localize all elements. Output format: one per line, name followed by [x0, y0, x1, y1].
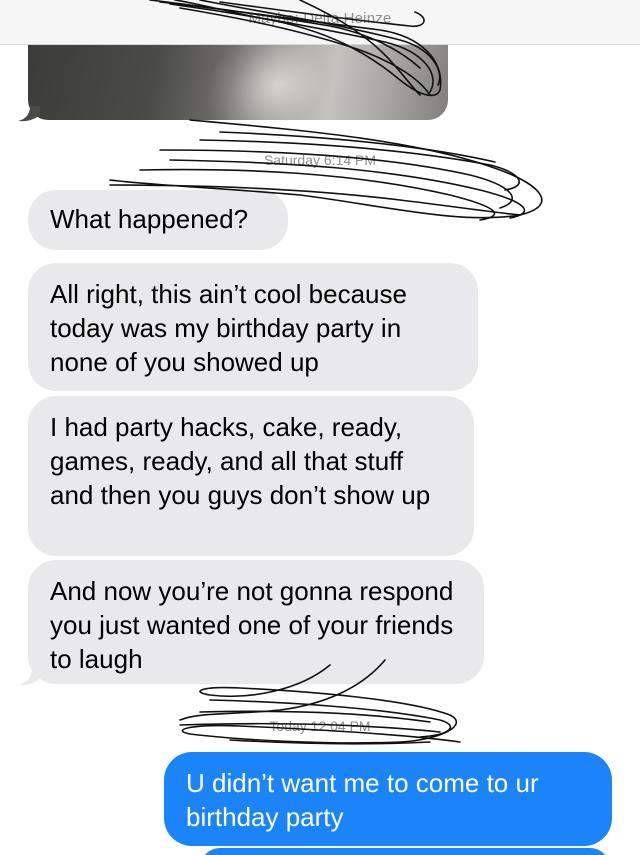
received-message-bubble[interactable]: All right, this ain’t cool because today… — [28, 263, 478, 391]
conversation-header: Maybe: Delta Heinze — [0, 0, 640, 45]
photo-bubble-tail — [18, 106, 40, 122]
received-bubble-tail — [18, 668, 40, 686]
message-thread: Maybe: Delta Heinze Saturday 6:14 PM Wha… — [0, 0, 640, 855]
sender-label: Maybe: Delta Heinze — [248, 10, 392, 27]
photo-highlight — [184, 45, 372, 120]
received-message-bubble[interactable]: And now you’re not gonna respond you jus… — [28, 560, 484, 684]
received-message-bubble[interactable]: What happened? — [28, 190, 288, 250]
timestamp: Saturday 6:14 PM — [263, 152, 377, 168]
sent-message-bubble[interactable] — [200, 848, 610, 855]
photo-attachment[interactable] — [28, 45, 448, 120]
sent-message-bubble[interactable]: U didn’t want me to come to ur birthday … — [164, 752, 612, 846]
timestamp: Today 12:04 PM — [269, 718, 371, 734]
received-message-bubble[interactable]: I had party hacks, cake, ready, games, r… — [28, 396, 474, 556]
